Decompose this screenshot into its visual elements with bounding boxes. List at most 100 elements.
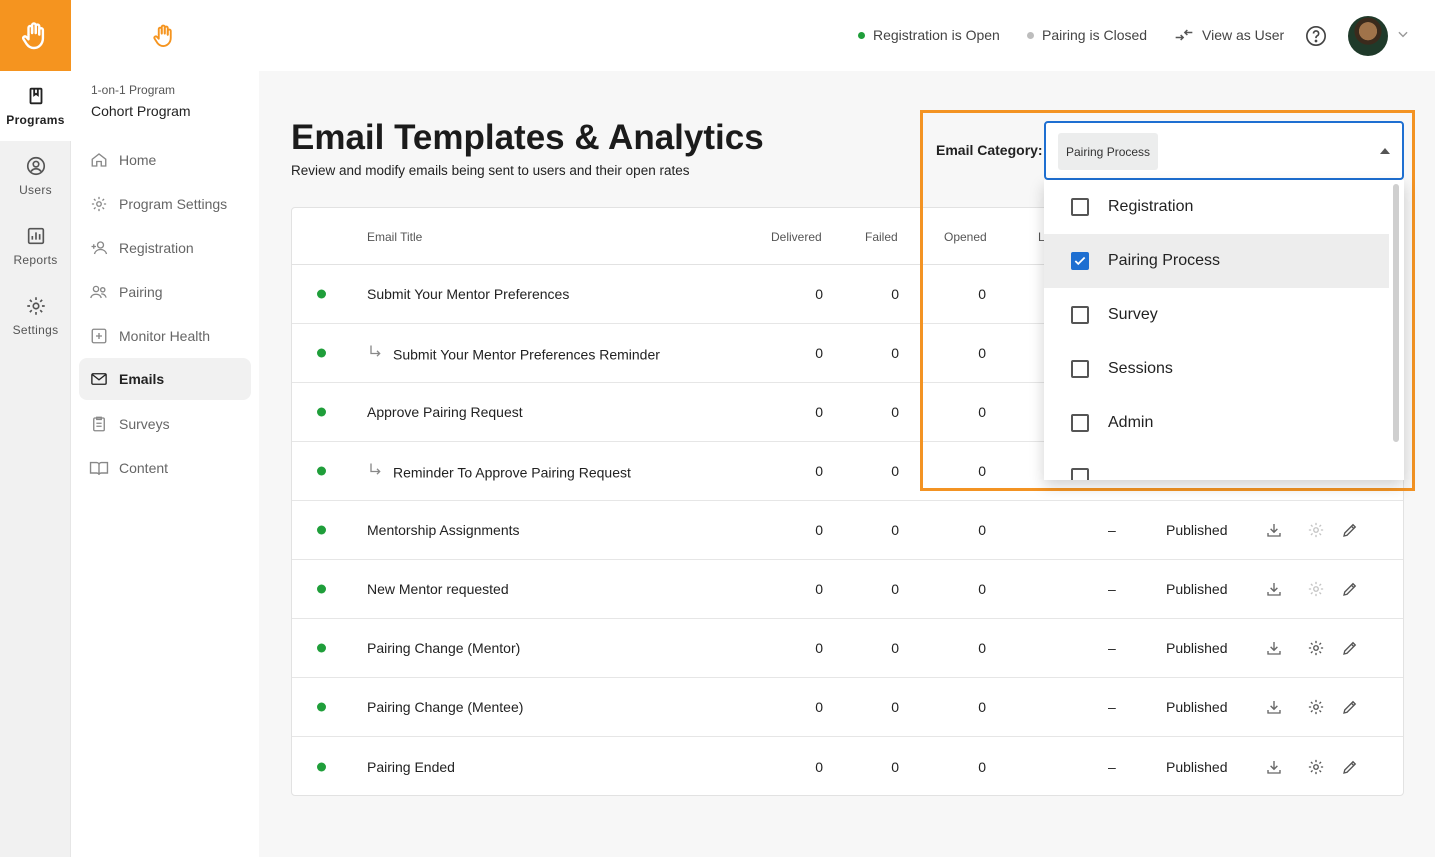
gear-icon — [1308, 640, 1324, 656]
registration-status-text: Registration is Open — [873, 27, 1000, 43]
help-circle-icon — [1306, 26, 1326, 46]
program-type: 1-on-1 Program — [91, 83, 176, 97]
checkbox[interactable] — [1071, 468, 1089, 480]
sidebar-item-monitor-health[interactable]: Monitor Health — [79, 314, 251, 358]
settings-button[interactable] — [1306, 520, 1326, 540]
category-option[interactable]: Pairing Process — [1044, 234, 1389, 288]
delivered-count: 0 — [815, 404, 823, 420]
sidebar-item-surveys[interactable]: Surveys — [79, 402, 251, 446]
category-option[interactable]: Admin — [1044, 396, 1389, 450]
category-option[interactable]: Registration — [1044, 180, 1389, 234]
edit-button[interactable] — [1340, 697, 1360, 717]
help-button[interactable] — [1305, 25, 1327, 52]
email-title-cell[interactable]: Reminder To Approve Pairing Request — [367, 462, 631, 481]
page-title: Email Templates & Analytics — [291, 118, 764, 157]
sidebar-item-home[interactable]: Home — [79, 138, 251, 182]
sidebar-item-content[interactable]: Content — [79, 446, 251, 490]
user-circle-icon — [26, 156, 45, 176]
col-failed[interactable]: Failed — [865, 230, 898, 244]
status-badge: Published — [1166, 640, 1228, 656]
caret-up-icon[interactable] — [1380, 148, 1390, 154]
table-row[interactable]: Pairing Ended 0 0 0 – Published — [292, 737, 1403, 796]
gear-icon — [1308, 759, 1324, 774]
email-title-cell[interactable]: Pairing Ended — [367, 759, 455, 775]
settings-button[interactable] — [1306, 697, 1326, 717]
rail-item-users[interactable]: Users — [0, 141, 71, 211]
failed-count: 0 — [891, 404, 899, 420]
table-row[interactable]: Pairing Change (Mentee) 0 0 0 – Published — [292, 678, 1403, 737]
failed-count: 0 — [891, 522, 899, 538]
checkbox[interactable] — [1071, 360, 1089, 378]
rail-label-settings: Settings — [12, 323, 59, 337]
delivered-count: 0 — [815, 640, 823, 656]
category-option[interactable]: Survey — [1044, 288, 1389, 342]
wave-hand-icon — [21, 21, 44, 49]
table-row[interactable]: Pairing Change (Mentor) 0 0 0 – Published — [292, 619, 1403, 678]
avatar[interactable] — [1348, 16, 1388, 56]
category-option-partial[interactable] — [1044, 450, 1389, 480]
pairing-status[interactable]: Pairing is Closed — [1027, 27, 1147, 43]
rail-item-reports[interactable]: Reports — [0, 211, 71, 281]
email-title: Mentorship Assignments — [367, 522, 520, 538]
edit-button[interactable] — [1340, 757, 1360, 777]
program-name[interactable]: Cohort Program — [91, 103, 191, 119]
rail-item-settings[interactable]: Settings — [0, 281, 71, 351]
rail-item-programs[interactable]: Programs — [0, 71, 71, 141]
active-status-dot — [317, 348, 326, 358]
checkbox[interactable] — [1071, 306, 1089, 324]
sidebar-item-registration[interactable]: Registration — [79, 226, 251, 270]
download-icon — [1267, 760, 1281, 774]
edit-button[interactable] — [1340, 579, 1360, 599]
failed-count: 0 — [891, 345, 899, 361]
reminder-arrow-icon — [370, 463, 381, 475]
rail-label-programs: Programs — [6, 113, 65, 127]
sidebar-item-pairing[interactable]: Pairing — [79, 270, 251, 314]
menu-scrollbar[interactable] — [1393, 184, 1399, 442]
app-logo[interactable] — [0, 0, 71, 71]
email-category-select[interactable]: Pairing Process — [1044, 121, 1404, 180]
checkbox[interactable] — [1071, 414, 1089, 432]
pencil-icon — [1343, 523, 1357, 537]
settings-button[interactable] — [1306, 579, 1326, 599]
active-status-dot — [317, 584, 326, 594]
email-title-cell[interactable]: Submit Your Mentor Preferences — [367, 286, 569, 302]
col-delivered[interactable]: Delivered — [771, 230, 822, 244]
download-button[interactable] — [1264, 520, 1284, 540]
opened-count: 0 — [978, 640, 986, 656]
selected-category-chip[interactable]: Pairing Process — [1058, 133, 1159, 170]
email-title-cell[interactable]: New Mentor requested — [367, 581, 509, 597]
download-button[interactable] — [1264, 579, 1284, 599]
sidebar-item-label: Content — [119, 460, 169, 476]
settings-button[interactable] — [1306, 757, 1326, 777]
table-row[interactable]: Mentorship Assignments 0 0 0 – Published — [292, 501, 1403, 560]
delivered-count: 0 — [815, 581, 823, 597]
page-subtitle: Review and modify emails being sent to u… — [291, 163, 690, 178]
email-title-cell[interactable]: Pairing Change (Mentor) — [367, 640, 520, 656]
email-title-cell[interactable]: Pairing Change (Mentee) — [367, 699, 523, 715]
clipboard-icon — [89, 414, 109, 434]
table-row[interactable]: New Mentor requested 0 0 0 – Published — [292, 560, 1403, 619]
email-title: New Mentor requested — [367, 581, 509, 597]
profile-menu-toggle[interactable] — [1396, 27, 1410, 46]
check-icon — [1074, 256, 1086, 266]
delivered-count: 0 — [815, 699, 823, 715]
sidebar-item-emails[interactable]: Emails — [79, 358, 251, 400]
settings-button[interactable] — [1306, 638, 1326, 658]
download-button[interactable] — [1264, 757, 1284, 777]
download-button[interactable] — [1264, 638, 1284, 658]
email-title-cell[interactable]: Approve Pairing Request — [367, 404, 523, 420]
email-title-cell[interactable]: Mentorship Assignments — [367, 522, 520, 538]
edit-button[interactable] — [1340, 638, 1360, 658]
checkbox[interactable] — [1071, 252, 1089, 270]
checkbox[interactable] — [1071, 198, 1089, 216]
view-as-user-button[interactable]: View as User — [1174, 27, 1284, 43]
download-button[interactable] — [1264, 697, 1284, 717]
email-title: Pairing Change (Mentee) — [367, 699, 524, 715]
col-email-title[interactable]: Email Title — [367, 230, 422, 244]
sidebar-item-program-settings[interactable]: Program Settings — [79, 182, 251, 226]
registration-status[interactable]: Registration is Open — [858, 27, 1000, 43]
edit-button[interactable] — [1340, 520, 1360, 540]
book-icon — [29, 87, 42, 105]
category-option[interactable]: Sessions — [1044, 342, 1389, 396]
email-title-cell[interactable]: Submit Your Mentor Preferences Reminder — [367, 344, 660, 363]
